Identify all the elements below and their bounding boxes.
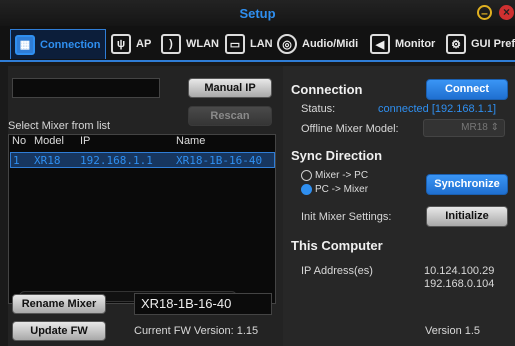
- initialize-button[interactable]: Initialize: [426, 206, 508, 227]
- radio-pc-to-mixer-label: PC -> Mixer: [315, 184, 369, 195]
- minimize-button[interactable]: –: [477, 5, 492, 20]
- manual-ip-button[interactable]: Manual IP: [188, 78, 272, 98]
- midi-icon: ◎: [277, 34, 297, 54]
- minus-icon: –: [481, 6, 488, 20]
- row-name: XR18-1B-16-40: [176, 154, 263, 167]
- mixer-list-panel: Manual IP Rescan Select Mixer from list …: [8, 66, 283, 346]
- settings-panel: Connection Connect Status: connected [19…: [283, 66, 515, 346]
- rescan-button[interactable]: Rescan: [188, 106, 272, 126]
- init-mixer-label: Init Mixer Settings:: [301, 211, 392, 223]
- offline-model-value: MR18: [461, 122, 488, 133]
- tab-label: WLAN: [186, 38, 219, 50]
- tab-audio-midi[interactable]: ◎ Audio/Midi: [273, 29, 362, 59]
- tab-bar: ▦ Connection ψ AP ) WLAN ▭ LAN ◎ Audio/M…: [0, 26, 515, 62]
- window-title: Setup: [239, 6, 276, 21]
- mixer-name-input[interactable]: XR18-1B-16-40: [134, 293, 272, 315]
- rename-mixer-button[interactable]: Rename Mixer: [12, 294, 106, 314]
- ip-addresses-label: IP Address(es): [301, 265, 373, 277]
- mixer-icon: ▦: [15, 34, 35, 55]
- tab-label: AP: [136, 38, 152, 50]
- title-bar: Setup – ×: [0, 0, 515, 26]
- radio-mixer-to-pc[interactable]: [301, 170, 312, 181]
- speaker-icon: ◀: [370, 34, 390, 54]
- column-header-no: No: [12, 135, 27, 147]
- select-mixer-label: Select Mixer from list: [8, 120, 111, 132]
- offline-model-select[interactable]: MR18 ⇕: [423, 119, 505, 137]
- tab-label: GUI Prefs: [471, 38, 515, 50]
- update-fw-button[interactable]: Update FW: [12, 321, 106, 341]
- column-header-name: Name: [176, 135, 206, 147]
- status-label: Status:: [301, 103, 336, 115]
- tab-gui-prefs[interactable]: ⚙ GUI Prefs: [442, 29, 515, 59]
- ip-address-2: 192.168.0.104: [424, 278, 495, 290]
- radio-pc-to-mixer[interactable]: [301, 184, 312, 195]
- tab-ap[interactable]: ψ AP: [107, 29, 155, 59]
- manual-ip-input[interactable]: [12, 78, 160, 98]
- sync-direction-heading: Sync Direction: [291, 148, 383, 163]
- row-ip: 192.168.1.1: [80, 154, 153, 167]
- offline-mixer-label: Offline Mixer Model:: [301, 123, 399, 135]
- tab-label: Connection: [40, 38, 101, 51]
- connection-heading: Connection: [291, 82, 363, 97]
- row-model: XR18: [34, 154, 61, 167]
- tab-label: Monitor: [395, 38, 436, 50]
- tab-lan[interactable]: ▭ LAN: [221, 29, 277, 59]
- stepper-icon: ⇕: [490, 122, 499, 133]
- fw-version-label: Current FW Version: 1.15: [134, 325, 259, 337]
- ip-address-1: 10.124.100.29: [424, 265, 495, 277]
- table-row[interactable]: 1 XR18 192.168.1.1 XR18-1B-16-40: [10, 152, 275, 168]
- tab-monitor[interactable]: ◀ Monitor: [366, 29, 439, 59]
- synchronize-button[interactable]: Synchronize: [426, 174, 508, 195]
- ethernet-icon: ▭: [225, 34, 245, 54]
- mixer-table[interactable]: No Model IP Name 1 XR18 192.168.1.1 XR18…: [8, 134, 276, 304]
- gears-icon: ⚙: [446, 34, 466, 54]
- tab-label: Audio/Midi: [302, 38, 359, 50]
- this-computer-heading: This Computer: [291, 238, 383, 253]
- radio-mixer-to-pc-label: Mixer -> PC: [315, 170, 369, 181]
- antenna-icon: ψ: [111, 34, 131, 54]
- close-icon: ×: [502, 5, 510, 19]
- tab-wlan[interactable]: ) WLAN: [157, 29, 223, 59]
- close-button[interactable]: ×: [499, 5, 514, 20]
- tab-label: LAN: [250, 38, 273, 50]
- wifi-icon: ): [161, 34, 181, 54]
- version-label: Version 1.5: [425, 325, 481, 337]
- status-value: connected [192.168.1.1]: [378, 103, 497, 115]
- column-header-ip: IP: [80, 135, 91, 147]
- row-no: 1: [13, 154, 20, 167]
- tab-connection[interactable]: ▦ Connection: [10, 29, 106, 59]
- connect-button[interactable]: Connect: [426, 79, 508, 100]
- column-header-model: Model: [34, 135, 64, 147]
